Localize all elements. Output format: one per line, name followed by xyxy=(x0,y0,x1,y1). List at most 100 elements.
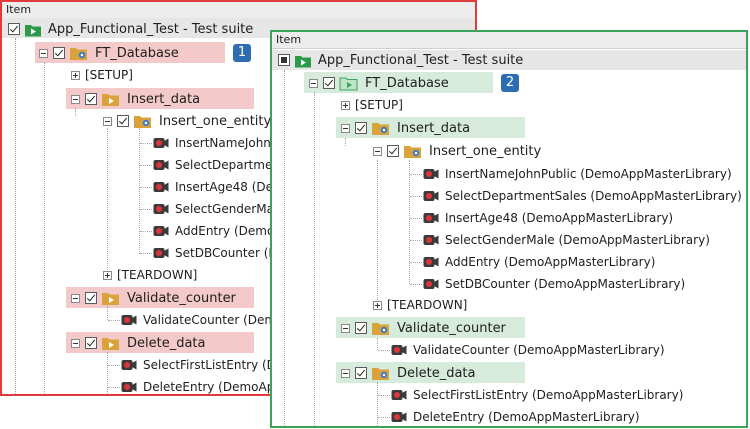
module-row[interactable]: InsertNameJohnPublic (DemoAppMasterLibra… xyxy=(423,164,732,184)
tree-row-insert-one[interactable]: Insert_one_entity xyxy=(373,141,541,161)
ft-checkbox[interactable] xyxy=(53,47,65,59)
collapse-toggle[interactable] xyxy=(71,293,80,303)
insert-label: Insert_data xyxy=(397,120,471,136)
ft-checkbox[interactable] xyxy=(323,77,335,89)
collapse-toggle[interactable] xyxy=(309,78,318,88)
tree-row-setup[interactable]: [SETUP] xyxy=(341,95,403,115)
insert-one-label: Insert_one_entity xyxy=(429,143,542,159)
expand-toggle[interactable] xyxy=(71,70,80,80)
module-row[interactable]: SetDBCounter (DemoAppMasterLibrary) xyxy=(423,274,685,294)
module-row[interactable]: AddEntry (DemoA xyxy=(153,221,283,241)
validate-checkbox[interactable] xyxy=(85,292,97,304)
camera-record-icon xyxy=(423,235,439,245)
module-label: InsertAge48 (Dem xyxy=(175,180,285,194)
collapse-toggle[interactable] xyxy=(373,146,382,156)
green-folder-play-icon xyxy=(25,24,41,36)
column-header-label: Item xyxy=(276,33,302,46)
camera-record-icon xyxy=(121,360,137,370)
module-label: InsertNameJohnPu xyxy=(175,136,286,150)
insert-one-checkbox[interactable] xyxy=(117,115,129,127)
tree-panel-overlay: Item App_Functional_Test - Test suite FT… xyxy=(270,30,748,428)
module-row[interactable]: DeleteEntry (DemoAppM xyxy=(121,377,292,394)
collapse-toggle[interactable] xyxy=(71,338,80,348)
delete-label: Delete_data xyxy=(397,365,476,381)
tree-row-suite[interactable]: App_Functional_Test - Test suite xyxy=(8,19,253,39)
camera-record-icon xyxy=(153,160,169,170)
tree-row-delete[interactable]: Delete_data xyxy=(341,363,476,383)
suite-checkbox[interactable] xyxy=(8,23,20,35)
collapse-toggle[interactable] xyxy=(103,116,112,126)
tree-row-insert-one[interactable]: Insert_one_entity xyxy=(103,111,271,131)
tree-row-setup[interactable]: [SETUP] xyxy=(71,65,133,85)
module-row[interactable]: SelectFirstListEntry (Dem xyxy=(121,355,295,375)
module-label: SelectDepartmentSales (DemoAppMasterLibr… xyxy=(445,189,742,203)
camera-record-icon xyxy=(153,204,169,214)
tree-row-delete[interactable]: Delete_data xyxy=(71,333,206,353)
insert-label: Insert_data xyxy=(127,91,201,107)
teardown-label: [TEARDOWN] xyxy=(117,268,198,282)
folder-gear-icon xyxy=(372,368,389,380)
folder-gear-icon xyxy=(372,123,389,135)
delete-label: Delete_data xyxy=(127,335,206,351)
folder-gear-icon xyxy=(134,116,151,128)
module-row[interactable]: AddEntry (DemoAppMasterLibrary) xyxy=(423,252,655,272)
tree-row-teardown[interactable]: [TEARDOWN] xyxy=(373,295,467,315)
tree-row-validate[interactable]: Validate_counter xyxy=(341,318,506,338)
suite-checkbox[interactable] xyxy=(278,54,290,66)
module-row[interactable]: InsertAge48 (Dem xyxy=(153,177,285,197)
collapse-toggle[interactable] xyxy=(341,123,350,133)
module-row[interactable]: SetDBCounter (De xyxy=(153,243,285,263)
camera-record-icon xyxy=(423,279,439,289)
folder-play-icon xyxy=(102,338,119,350)
green-folder-play-icon xyxy=(295,55,311,67)
insert-one-checkbox[interactable] xyxy=(387,145,399,157)
folder-play-icon xyxy=(102,293,119,305)
collapse-toggle[interactable] xyxy=(341,368,350,378)
tree-row-insert-data[interactable]: Insert_data xyxy=(71,89,200,109)
delete-checkbox[interactable] xyxy=(355,367,367,379)
module-row[interactable]: DeleteEntry (DemoAppMasterLibrary) xyxy=(391,407,640,426)
expand-toggle[interactable] xyxy=(103,270,112,280)
module-label: SetDBCounter (DemoAppMasterLibrary) xyxy=(445,277,686,291)
module-row[interactable]: SelectGenderMale xyxy=(153,199,285,219)
number-badge: 1 xyxy=(233,44,251,62)
tree-row-teardown[interactable]: [TEARDOWN] xyxy=(103,265,197,285)
expand-toggle[interactable] xyxy=(373,300,382,310)
module-row[interactable]: ValidateCounter (DemoA xyxy=(121,310,292,330)
module-label: SelectGenderMale (DemoAppMasterLibrary) xyxy=(445,233,710,247)
tree-row-suite[interactable]: App_Functional_Test - Test suite xyxy=(278,50,523,70)
tree-row-ft-database[interactable]: FT_Database xyxy=(39,43,179,63)
expand-toggle[interactable] xyxy=(341,100,350,110)
module-label: InsertNameJohnPublic (DemoAppMasterLibra… xyxy=(445,167,732,181)
module-label: AddEntry (DemoAppMasterLibrary) xyxy=(445,255,656,269)
module-row[interactable]: SelectFirstListEntry (DemoAppMasterLibra… xyxy=(391,385,683,405)
setup-label: [SETUP] xyxy=(355,98,403,112)
suite-label: App_Functional_Test - Test suite xyxy=(318,52,524,68)
insert-checkbox[interactable] xyxy=(355,122,367,134)
module-label: InsertAge48 (DemoAppMasterLibrary) xyxy=(445,211,674,225)
suite-label: App_Functional_Test - Test suite xyxy=(48,21,254,37)
camera-record-icon xyxy=(121,382,137,392)
tree-row-insert-data[interactable]: Insert_data xyxy=(341,118,470,138)
camera-record-icon xyxy=(153,138,169,148)
folder-play-icon xyxy=(102,94,119,106)
module-row[interactable]: InsertNameJohnPu xyxy=(153,133,286,153)
camera-record-icon xyxy=(423,213,439,223)
collapse-toggle[interactable] xyxy=(39,48,48,58)
camera-record-icon xyxy=(153,226,169,236)
delete-checkbox[interactable] xyxy=(85,337,97,349)
module-row[interactable]: ValidateCounter (DemoAppMasterLibrary) xyxy=(391,340,665,360)
tree-row-validate[interactable]: Validate_counter xyxy=(71,288,236,308)
collapse-toggle[interactable] xyxy=(341,323,350,333)
folder-gear-icon xyxy=(404,146,421,158)
module-row[interactable]: SelectGenderMale (DemoAppMasterLibrary) xyxy=(423,230,710,250)
tree-row-ft-database[interactable]: FT_Database xyxy=(309,73,449,93)
module-row[interactable]: InsertAge48 (DemoAppMasterLibrary) xyxy=(423,208,673,228)
validate-checkbox[interactable] xyxy=(355,322,367,334)
camera-record-icon xyxy=(121,315,137,325)
module-label: SelectGenderMale xyxy=(175,202,285,216)
module-row[interactable]: SelectDepartmentSales (DemoAppMasterLibr… xyxy=(423,186,742,206)
column-header: Item xyxy=(272,32,746,49)
collapse-toggle[interactable] xyxy=(71,94,80,104)
insert-checkbox[interactable] xyxy=(85,93,97,105)
